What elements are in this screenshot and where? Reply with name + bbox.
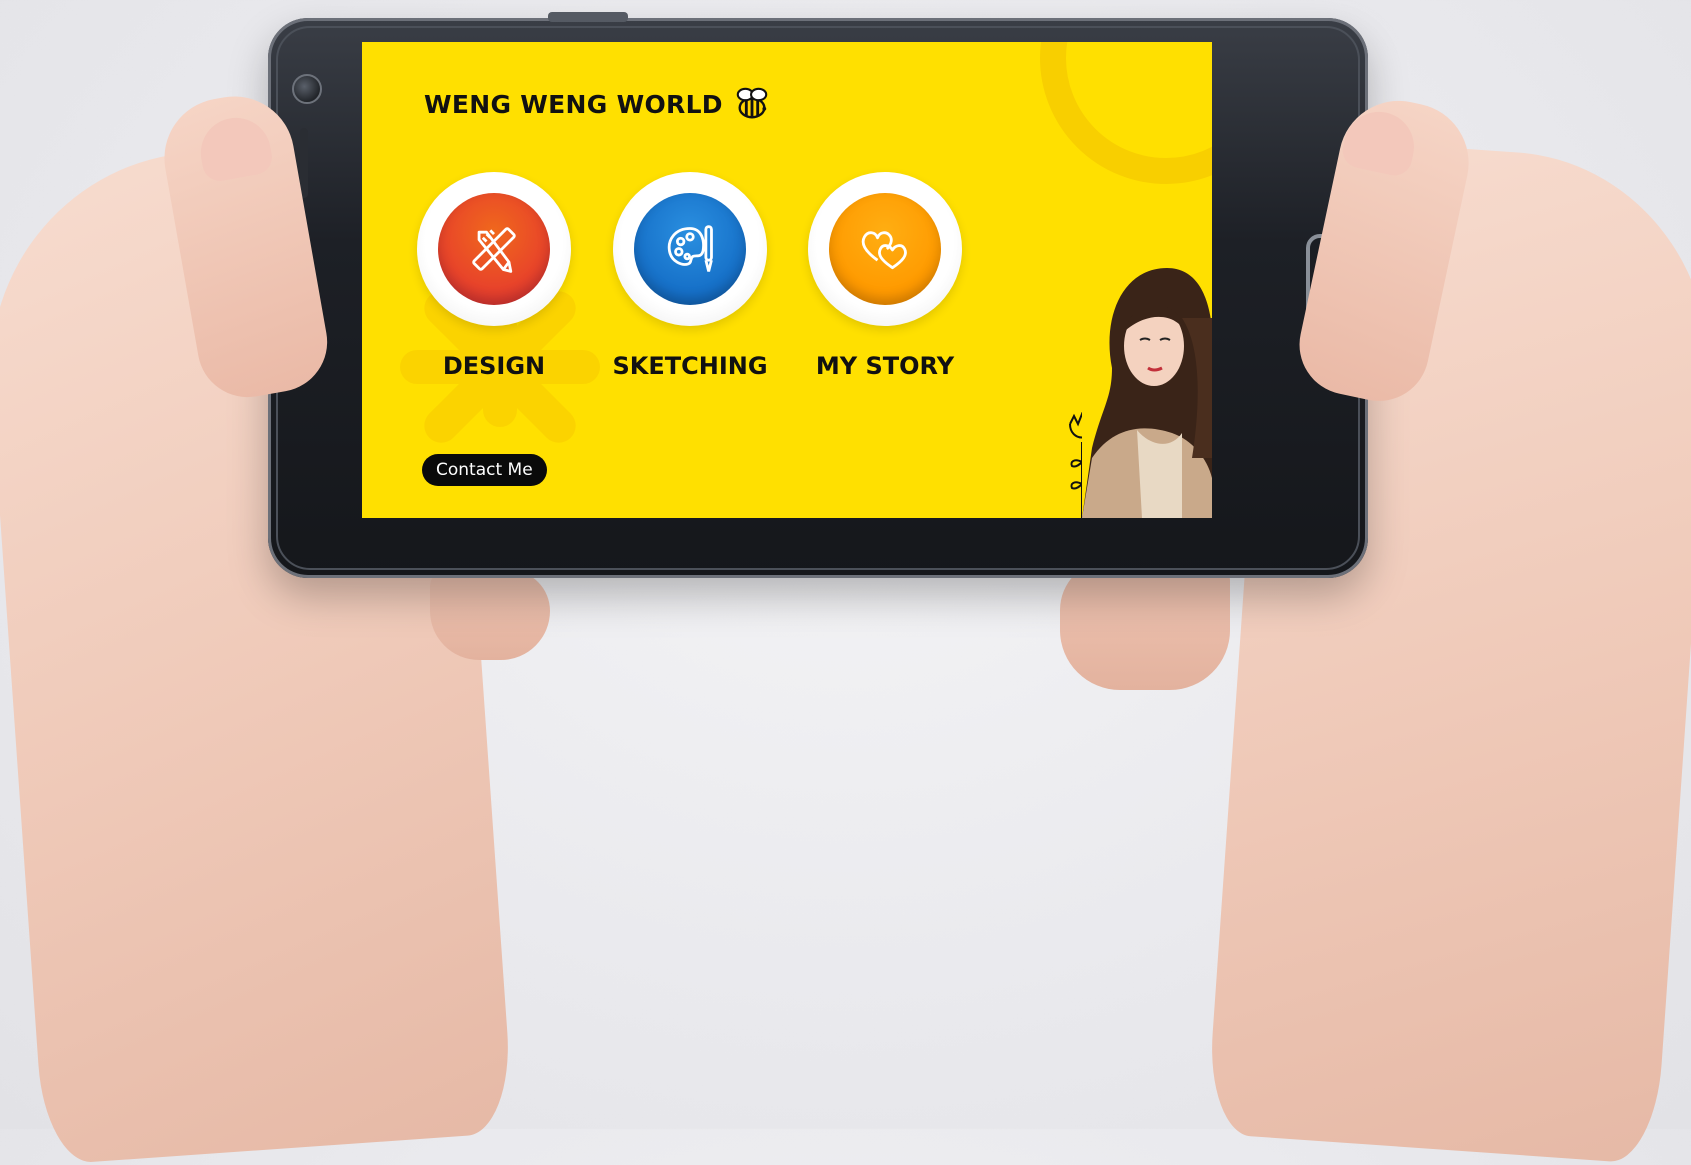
- phone-device: WENG WENG WORLD DESIGN SKETCHING MY STOR…: [268, 12, 1368, 578]
- menu-item-disc: [438, 193, 550, 305]
- contact-me-button[interactable]: Contact Me: [422, 454, 547, 486]
- menu-item-sketching[interactable]: SKETCHING: [590, 172, 790, 380]
- menu-item-ring: [808, 172, 962, 326]
- menu-item-label: DESIGN: [442, 352, 546, 380]
- right-fingers: [1060, 560, 1230, 690]
- menu-item-ring: [417, 172, 571, 326]
- app-title-text: WENG WENG WORLD: [424, 89, 723, 119]
- bee-icon: [736, 87, 768, 119]
- menu-item-disc: [829, 193, 941, 305]
- palette-brush-icon: [667, 225, 713, 272]
- app-screen: WENG WENG WORLD DESIGN SKETCHING MY STOR…: [362, 42, 1212, 518]
- menu-item-my-story[interactable]: MY STORY: [785, 172, 985, 380]
- menu-item-ring: [613, 172, 767, 326]
- menu-item-label: SKETCHING: [612, 352, 768, 380]
- decorative-ring: [1040, 42, 1212, 184]
- hearts-icon: [861, 231, 907, 270]
- pencil-ruler-icon: [472, 227, 516, 273]
- phone-side-button: [548, 12, 628, 22]
- menu-item-label: MY STORY: [815, 352, 955, 380]
- profile-portrait: [1082, 258, 1212, 518]
- menu-item-disc: [634, 193, 746, 305]
- sensor-slot: [300, 128, 308, 198]
- app-title: WENG WENG WORLD: [424, 86, 771, 122]
- front-camera: [292, 74, 322, 104]
- left-fingers: [430, 570, 550, 660]
- menu-item-design[interactable]: DESIGN: [394, 172, 594, 380]
